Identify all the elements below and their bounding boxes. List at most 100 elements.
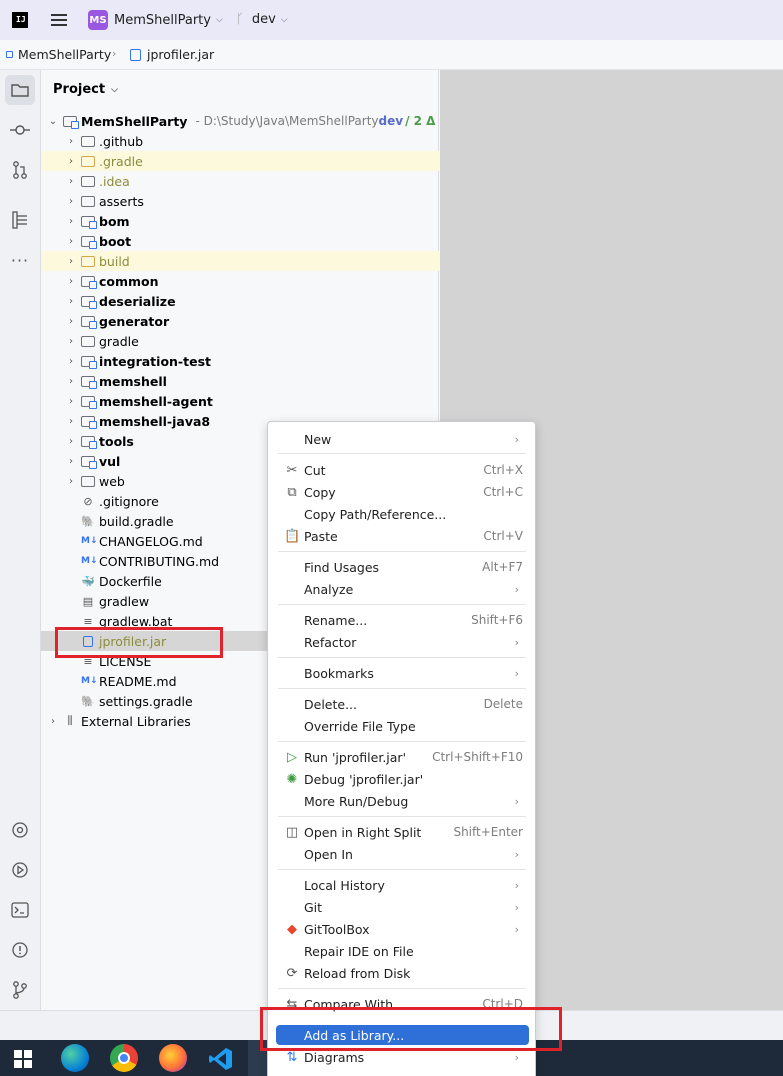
module-folder-icon [81,355,97,369]
main-menu-icon[interactable] [51,14,67,26]
run-icon[interactable] [9,859,31,881]
menu-item-analyze[interactable]: Analyze › [268,578,537,600]
menu-item-label: Rename... [304,612,368,628]
chevron-right-icon: › [514,635,519,649]
tree-item-common[interactable]: › common [41,271,439,291]
tree-item-label: bom [99,213,130,229]
chrome-icon[interactable] [110,1044,138,1072]
tree-item-generator[interactable]: › generator [41,311,439,331]
excluded-folder-icon [81,155,95,167]
breadcrumb-file[interactable]: jprofiler.jar [130,47,214,62]
project-switcher[interactable]: MS MemShellParty ⌵ [88,10,223,30]
menu-item-rename[interactable]: Rename... Shift+F6 [268,609,537,631]
menu-item-gittoolbox[interactable]: ◆ GitToolBox › [268,918,537,940]
chevron-down-icon: ⌵ [280,14,288,25]
project-icon[interactable] [5,75,35,105]
tree-item-bom[interactable]: › bom [41,211,439,231]
problems-icon[interactable] [9,939,31,961]
menu-item-repair-ide[interactable]: Repair IDE on File [268,940,537,962]
tree-item-asserts[interactable]: › asserts [41,191,439,211]
chevron-right-icon: › [69,195,73,207]
menu-item-refactor[interactable]: Refactor › [268,631,537,653]
menu-shortcut: Ctrl+X [483,463,523,477]
edge-icon[interactable] [61,1044,89,1072]
pull-requests-icon[interactable] [9,159,31,181]
menu-item-debug[interactable]: ✺ Debug 'jprofiler.jar' [268,768,537,790]
menu-item-label: Refactor [304,634,357,650]
chevron-right-icon: › [69,215,73,227]
tree-item-gradle-cache[interactable]: › .gradle [41,151,439,171]
menu-item-run[interactable]: ▷ Run 'jprofiler.jar' Ctrl+Shift+F10 [268,746,537,768]
git-icon[interactable] [9,979,31,1001]
menu-item-more-run-debug[interactable]: More Run/Debug › [268,790,537,812]
menu-item-label: Copy Path/Reference... [304,506,447,522]
chevron-right-icon: › [69,175,73,187]
commit-icon[interactable] [9,119,31,141]
tree-item-integration-test[interactable]: › integration-test [41,351,439,371]
terminal-icon[interactable] [9,899,31,921]
tree-item-github[interactable]: › .github [41,131,439,151]
folder-icon [81,195,95,207]
tree-item-memshell[interactable]: › memshell [41,371,439,391]
firefox-icon[interactable] [159,1044,187,1072]
menu-item-reload-from-disk[interactable]: ⟳ Reload from Disk [268,962,537,984]
tree-item-label: deserialize [99,293,176,309]
menu-item-copy-path[interactable]: Copy Path/Reference... [268,503,537,525]
tree-item-deserialize[interactable]: › deserialize [41,291,439,311]
project-view-selector[interactable]: Project ⌵ [53,82,118,97]
tree-item-build[interactable]: › build [41,251,439,271]
tree-item-gradle[interactable]: › gradle [41,331,439,351]
menu-item-delete[interactable]: Delete... Delete [268,693,537,715]
menu-item-find-usages[interactable]: Find Usages Alt+F7 [268,556,537,578]
libraries-icon: ⫼ [67,714,73,727]
more-icon[interactable]: ··· [9,249,31,271]
menu-item-label: GitToolBox [304,921,370,937]
diagram-icon: ⇅ [286,1049,298,1065]
module-folder-icon [81,235,97,249]
services-icon[interactable] [9,819,31,841]
tree-item-memshell-agent[interactable]: › memshell-agent [41,391,439,411]
root-branch: dev [378,114,404,128]
module-folder-icon [81,435,97,449]
branch-icon: ᚴ [236,12,244,27]
menu-item-git[interactable]: Git › [268,896,537,918]
app-logo-icon[interactable]: IJ [12,12,28,28]
breadcrumb-project-label: MemShellParty [18,47,112,62]
chevron-down-icon: ⌵ [111,84,118,95]
windows-start-icon[interactable] [14,1050,32,1068]
chevron-right-icon: › [69,335,73,347]
structure-icon[interactable] [9,209,31,231]
tree-item-idea[interactable]: › .idea [41,171,439,191]
branch-switcher[interactable]: ᚴ dev ⌵ [236,12,288,27]
markdown-file-icon: M↓ [81,536,98,546]
chevron-right-icon: › [69,375,73,387]
folder-icon [81,335,95,347]
reload-icon: ⟳ [286,965,298,981]
menu-separator [278,551,526,552]
menu-item-copy[interactable]: ⧉ Copy Ctrl+C [268,481,537,503]
menu-item-open-in[interactable]: Open In › [268,843,537,865]
menu-item-cut[interactable]: ✂ Cut Ctrl+X [268,459,537,481]
jar-file-icon [130,48,141,61]
docker-file-icon: 🐳 [81,574,95,588]
chevron-right-icon: › [514,900,519,914]
tree-item-label: generator [99,313,170,329]
markdown-file-icon: M↓ [81,556,98,566]
menu-item-bookmarks[interactable]: Bookmarks › [268,662,537,684]
chevron-right-icon: › [514,922,519,936]
menu-item-label: Analyze [304,581,354,597]
tree-item-boot[interactable]: › boot [41,231,439,251]
breadcrumb-project[interactable]: MemShellParty [6,47,111,62]
menu-item-open-right-split[interactable]: ◫ Open in Right Split Shift+Enter [268,821,537,843]
menu-item-new[interactable]: New › [268,428,537,450]
menu-item-paste[interactable]: 📋 Paste Ctrl+V [268,525,537,547]
vscode-icon[interactable] [208,1046,234,1072]
menu-item-override-file-type[interactable]: Override File Type [268,715,537,737]
menu-item-label: Open In [304,846,353,862]
tree-item-label: memshell [99,373,167,389]
tree-root[interactable]: ⌄ MemShellParty - D:\Study\Java\MemShell… [41,111,439,131]
tree-item-label: External Libraries [81,713,191,729]
branch-name: dev [251,12,276,27]
menu-shortcut: Ctrl+V [483,529,523,543]
menu-item-local-history[interactable]: Local History › [268,874,537,896]
